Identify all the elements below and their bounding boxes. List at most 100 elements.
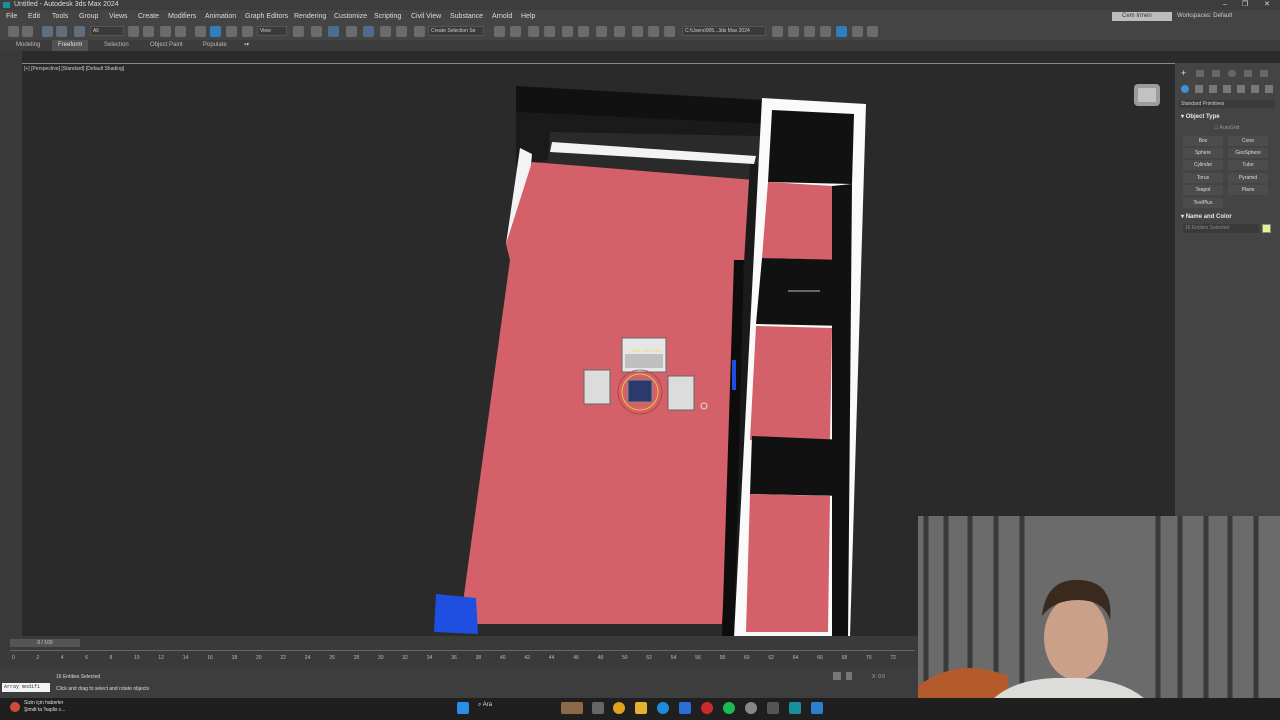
- 3dsmax-taskbar-icon[interactable]: [789, 702, 801, 714]
- arnold-ipr-icon[interactable]: [788, 26, 799, 37]
- object-category-dropdown[interactable]: Standard Primitives: [1179, 100, 1275, 108]
- start-menu-icon[interactable]: [457, 702, 469, 714]
- menu-views[interactable]: Views: [109, 10, 128, 23]
- settings-icon[interactable]: [867, 26, 878, 37]
- ribbon-tab-freeform[interactable]: Freeform: [52, 40, 89, 51]
- object-type-rollout[interactable]: ▾ Object Type: [1181, 113, 1276, 120]
- spinner-snap-icon[interactable]: [396, 26, 407, 37]
- pivot-center-icon[interactable]: [293, 26, 304, 37]
- menu-tools[interactable]: Tools: [52, 10, 68, 23]
- close-button[interactable]: ✕: [1256, 0, 1278, 10]
- display-tab-icon[interactable]: [1244, 70, 1252, 77]
- textplus-button[interactable]: TextPlus: [1183, 198, 1223, 208]
- task-view-icon[interactable]: [592, 702, 604, 714]
- ribbon-tab-modeling[interactable]: Modeling: [16, 40, 40, 51]
- utilities-tab-icon[interactable]: [1260, 70, 1268, 77]
- box-button[interactable]: Box: [1183, 136, 1223, 146]
- isolate-selection-icon[interactable]: [833, 672, 841, 680]
- coord-x-field[interactable]: X: 0.0: [872, 674, 885, 680]
- ribbon-options-icon[interactable]: ▪▾: [244, 40, 249, 51]
- reference-coordinate-dropdown[interactable]: View: [257, 26, 287, 36]
- menu-civil-view[interactable]: Civil View: [411, 10, 441, 23]
- render-production-icon[interactable]: [664, 26, 675, 37]
- opera-icon[interactable]: [701, 702, 713, 714]
- maxscript-listener[interactable]: Array modifi: [2, 683, 50, 692]
- settings-app-icon[interactable]: [745, 702, 757, 714]
- link-icon[interactable]: [42, 26, 53, 37]
- torus-button[interactable]: Torus: [1183, 173, 1223, 183]
- app-icon-2[interactable]: [811, 702, 823, 714]
- menu-rendering[interactable]: Rendering: [294, 10, 326, 23]
- maximize-button[interactable]: ❐: [1234, 0, 1256, 10]
- ribbon-tab-selection[interactable]: Selection: [104, 40, 129, 51]
- menu-arnold[interactable]: Arnold: [492, 10, 512, 23]
- selection-lock-icon[interactable]: [846, 672, 852, 680]
- space-warps-icon[interactable]: [1251, 85, 1259, 93]
- menu-create[interactable]: Create: [138, 10, 159, 23]
- minimize-button[interactable]: –: [1214, 0, 1236, 10]
- edit-named-selection-icon[interactable]: [414, 26, 425, 37]
- news-widget[interactable]: Sizin için haberler Şimdi ta 'haplis c..…: [24, 700, 66, 714]
- object-name-field[interactable]: 16 Entities Selected: [1183, 224, 1259, 233]
- menu-help[interactable]: Help: [521, 10, 535, 23]
- create-tab-icon[interactable]: +: [1181, 68, 1186, 78]
- lights-icon[interactable]: [1209, 85, 1217, 93]
- edge-icon[interactable]: [657, 702, 669, 714]
- menu-customize[interactable]: Customize: [334, 10, 367, 23]
- plane-button[interactable]: Plane: [1228, 185, 1268, 195]
- named-selection-sets-dropdown[interactable]: Create Selection Se: [428, 26, 484, 36]
- toggle-layer-explorer-icon[interactable]: [544, 26, 555, 37]
- workspaces-selector[interactable]: Workspaces: Default: [1177, 10, 1232, 23]
- menu-file[interactable]: File: [6, 10, 17, 23]
- menu-animation[interactable]: Animation: [205, 10, 236, 23]
- unlink-icon[interactable]: [56, 26, 67, 37]
- hierarchy-tab-icon[interactable]: [1212, 70, 1220, 77]
- render-setup-icon[interactable]: [632, 26, 643, 37]
- percent-snap-icon[interactable]: [380, 26, 391, 37]
- name-and-color-rollout[interactable]: ▾ Name and Color: [1181, 213, 1276, 220]
- arnold-render-icon[interactable]: [772, 26, 783, 37]
- file-explorer-icon[interactable]: [635, 702, 647, 714]
- timeline-ruler[interactable]: [10, 650, 915, 664]
- tube-button[interactable]: Tube: [1228, 160, 1268, 170]
- helpers-icon[interactable]: [1237, 85, 1245, 93]
- menu-substance[interactable]: Substance: [450, 10, 483, 23]
- arnold-light-manager-icon[interactable]: [820, 26, 831, 37]
- curve-editor-icon[interactable]: [578, 26, 589, 37]
- rectangular-selection-icon[interactable]: [160, 26, 171, 37]
- ribbon-tab-object-paint[interactable]: Object Paint: [150, 40, 183, 51]
- object-color-swatch[interactable]: [1262, 224, 1271, 233]
- teapot-button[interactable]: Teapot: [1183, 185, 1223, 195]
- menu-scripting[interactable]: Scripting: [374, 10, 401, 23]
- scale-icon[interactable]: [226, 26, 237, 37]
- selection-filter-dropdown[interactable]: All: [90, 26, 124, 36]
- sphere-button[interactable]: Sphere: [1183, 148, 1223, 158]
- taskbar-search[interactable]: ⌕ Ara: [478, 702, 492, 709]
- geometry-icon[interactable]: [1181, 85, 1189, 93]
- keyboard-shortcut-toggle-icon[interactable]: [328, 26, 339, 37]
- ribbon-tab-populate[interactable]: Populate: [203, 40, 227, 51]
- motion-tab-icon[interactable]: [1228, 70, 1236, 77]
- menu-graph-editors[interactable]: Graph Editors: [245, 10, 288, 23]
- project-folder-dropdown[interactable]: C:\Users\905...3ds Max 2024: [682, 26, 766, 36]
- cameras-icon[interactable]: [1223, 85, 1231, 93]
- shapes-icon[interactable]: [1195, 85, 1203, 93]
- menu-group[interactable]: Group: [79, 10, 98, 23]
- cone-button[interactable]: Cone: [1228, 136, 1268, 146]
- redo-icon[interactable]: [22, 26, 33, 37]
- spotify-icon[interactable]: [723, 702, 735, 714]
- store-icon[interactable]: [679, 702, 691, 714]
- window-crossing-icon[interactable]: [175, 26, 186, 37]
- app-icon-1[interactable]: [767, 702, 779, 714]
- toggle-ribbon-icon[interactable]: [562, 26, 573, 37]
- search-highlight-icon[interactable]: [561, 702, 583, 714]
- material-editor-icon[interactable]: [614, 26, 625, 37]
- undo-icon[interactable]: [8, 26, 19, 37]
- schematic-view-icon[interactable]: [596, 26, 607, 37]
- select-manipulate-icon[interactable]: [311, 26, 322, 37]
- rotate-icon[interactable]: [210, 26, 221, 37]
- geosphere-button[interactable]: GeoSphere: [1228, 148, 1268, 158]
- chrome-icon[interactable]: [613, 702, 625, 714]
- viewport-label[interactable]: [+] [Perspective] [Standard] [Default Sh…: [24, 66, 124, 72]
- angle-snap-icon[interactable]: [363, 26, 374, 37]
